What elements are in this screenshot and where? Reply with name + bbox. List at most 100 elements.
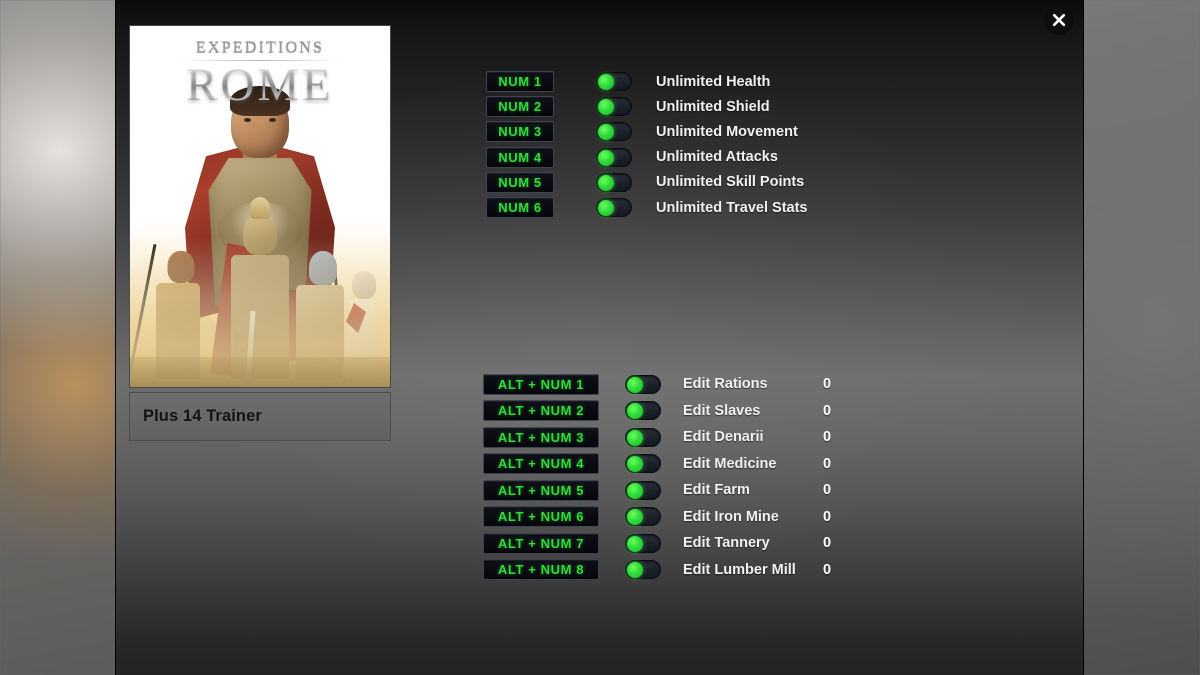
cheat-row: ALT + NUM 7 Edit Tannery 0	[483, 530, 831, 557]
cheat-row: NUM 6 Unlimited Travel Stats	[486, 195, 808, 220]
cheat-group-edit: ALT + NUM 1 Edit Rations 0 ALT + NUM 2 Edit …	[483, 371, 831, 583]
toggle-knob	[598, 149, 614, 166]
game-logo-top: EXPEDITIONS	[195, 40, 325, 57]
cheat-toggle[interactable]	[625, 427, 661, 447]
cheat-label: Unlimited Attacks	[656, 149, 778, 166]
ground-strip	[130, 357, 390, 387]
cheat-label: Unlimited Movement	[656, 123, 798, 140]
hotkey-label: NUM 5	[498, 174, 542, 190]
cheat-label: Edit Rations	[683, 376, 768, 393]
toggle-knob	[598, 124, 614, 141]
hotkey-label: ALT + NUM 6	[497, 509, 585, 525]
cheat-toggle[interactable]	[625, 533, 661, 553]
trainer-title: Plus 14 Trainer	[143, 407, 262, 425]
hotkey-button[interactable]: NUM 3	[486, 121, 554, 143]
hero-eye-right	[269, 118, 276, 122]
cheat-label: Unlimited Skill Points	[656, 174, 805, 191]
toggle-knob	[598, 200, 614, 217]
hotkey-button[interactable]: ALT + NUM 7	[483, 532, 599, 554]
hotkey-button[interactable]: NUM 1	[486, 71, 554, 93]
hotkey-label: ALT + NUM 2	[497, 403, 585, 419]
cheat-label: Edit Medicine	[683, 455, 777, 472]
cheat-toggle[interactable]	[625, 507, 661, 527]
toggle-knob	[627, 482, 643, 499]
cheat-row: NUM 3 Unlimited Movement	[486, 119, 808, 144]
cheat-toggle[interactable]	[625, 454, 661, 474]
toggle-knob	[627, 403, 643, 420]
cheat-toggle[interactable]	[596, 172, 632, 192]
cheat-row: ALT + NUM 5 Edit Farm 0	[483, 477, 831, 504]
toggle-knob	[598, 99, 614, 116]
hotkey-label: ALT + NUM 5	[497, 482, 585, 498]
close-x-icon	[1051, 12, 1067, 28]
cheat-value[interactable]: 0	[823, 456, 831, 472]
cheat-value[interactable]: 0	[823, 376, 831, 392]
hotkey-button[interactable]: ALT + NUM 8	[483, 559, 599, 581]
cheat-row: NUM 4 Unlimited Attacks	[486, 145, 808, 170]
toggle-knob	[627, 535, 643, 552]
cheat-toggle[interactable]	[596, 97, 632, 117]
hotkey-label: NUM 4	[498, 149, 542, 165]
toggle-knob	[598, 174, 614, 191]
figure-helmet-plume	[250, 197, 270, 219]
toggle-knob	[627, 509, 643, 526]
hotkey-button[interactable]: NUM 6	[486, 197, 554, 219]
cheat-value[interactable]: 0	[823, 509, 831, 525]
hotkey-label: ALT + NUM 7	[497, 535, 585, 551]
cheat-label: Edit Farm	[683, 482, 750, 499]
hotkey-button[interactable]: ALT + NUM 6	[483, 506, 599, 528]
hotkey-button[interactable]: NUM 2	[486, 96, 554, 118]
cheat-toggle[interactable]	[596, 122, 632, 142]
cheat-row: ALT + NUM 6 Edit Iron Mine 0	[483, 504, 831, 531]
hotkey-button[interactable]: ALT + NUM 1	[483, 373, 599, 395]
cheat-group-main: NUM 1 Unlimited Health NUM 2 Unlimited Shie…	[486, 69, 808, 220]
cheat-value[interactable]: 0	[823, 482, 831, 498]
cheat-row: ALT + NUM 3 Edit Denarii 0	[483, 424, 831, 451]
cheat-row: NUM 2 Unlimited Shield	[486, 94, 808, 119]
hotkey-label: NUM 6	[498, 200, 542, 216]
hotkey-label: NUM 3	[498, 124, 542, 140]
cheat-label: Unlimited Health	[656, 73, 771, 90]
toggle-knob	[598, 74, 614, 91]
cheat-row: ALT + NUM 8 Edit Lumber Mill 0	[483, 557, 831, 584]
hero-eye-left	[244, 118, 251, 122]
game-logo: EXPEDITIONS ROME	[130, 40, 390, 109]
cheat-value[interactable]: 0	[823, 429, 831, 445]
hotkey-button[interactable]: ALT + NUM 4	[483, 453, 599, 475]
hotkey-label: ALT + NUM 8	[497, 562, 585, 578]
cheat-label: Edit Slaves	[683, 402, 761, 419]
cheat-row: NUM 1 Unlimited Health	[486, 69, 808, 94]
cheat-value[interactable]: 0	[823, 403, 831, 419]
cheat-toggle[interactable]	[625, 401, 661, 421]
cheat-label: Edit Denarii	[683, 429, 764, 446]
hotkey-label: ALT + NUM 3	[497, 429, 585, 445]
cheat-label: Unlimited Travel Stats	[656, 199, 808, 216]
hotkey-button[interactable]: NUM 4	[486, 146, 554, 168]
trainer-window: EXPEDITIONS ROME Plus 14 Trainer NUM 1 U…	[115, 0, 1084, 675]
cheat-label: Edit Lumber Mill	[683, 561, 796, 578]
hotkey-label: NUM 2	[498, 99, 542, 115]
toggle-knob	[627, 562, 643, 579]
cheat-toggle[interactable]	[625, 374, 661, 394]
hotkey-label: NUM 1	[498, 74, 542, 90]
cheat-toggle[interactable]	[596, 198, 632, 218]
cheat-row: ALT + NUM 4 Edit Medicine 0	[483, 451, 831, 478]
cheat-label: Edit Iron Mine	[683, 508, 779, 525]
cheat-toggle[interactable]	[625, 560, 661, 580]
cheat-value[interactable]: 0	[823, 562, 831, 578]
hotkey-button[interactable]: ALT + NUM 2	[483, 400, 599, 422]
cheat-row: ALT + NUM 1 Edit Rations 0	[483, 371, 831, 398]
hotkey-label: ALT + NUM 1	[497, 376, 585, 392]
cover-panel: EXPEDITIONS ROME Plus 14 Trainer	[129, 25, 391, 441]
game-logo-main: ROME	[130, 61, 390, 108]
hotkey-button[interactable]: ALT + NUM 3	[483, 426, 599, 448]
hotkey-button[interactable]: ALT + NUM 5	[483, 479, 599, 501]
cheat-toggle[interactable]	[596, 147, 632, 167]
cheat-value[interactable]: 0	[823, 535, 831, 551]
cheat-toggle[interactable]	[596, 72, 632, 92]
cheat-toggle[interactable]	[625, 480, 661, 500]
hotkey-button[interactable]: NUM 5	[486, 171, 554, 193]
close-button[interactable]	[1044, 5, 1074, 35]
cheat-row: NUM 5 Unlimited Skill Points	[486, 170, 808, 195]
toggle-knob	[627, 376, 643, 393]
